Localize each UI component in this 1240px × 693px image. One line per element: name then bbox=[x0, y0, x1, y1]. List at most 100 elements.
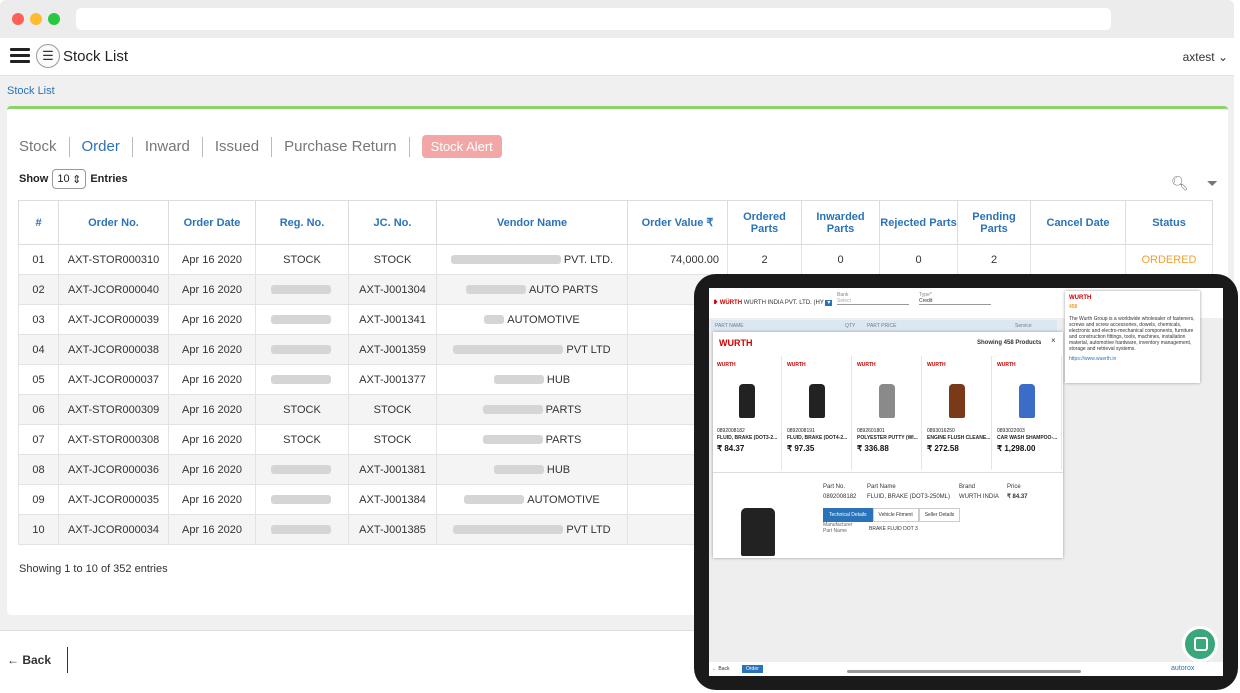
tablet-order-button[interactable]: Order bbox=[742, 665, 763, 673]
tab-seller-details[interactable]: Seller Details bbox=[918, 508, 961, 522]
tab-order[interactable]: Order bbox=[70, 136, 133, 157]
tab-technical-details[interactable]: Technical Details bbox=[823, 508, 873, 522]
cell-text: HUB bbox=[546, 463, 571, 476]
column-header[interactable]: Pending Parts bbox=[957, 200, 1031, 245]
table-info: Showing 1 to 10 of 352 entries bbox=[19, 563, 168, 575]
product-card[interactable]: WURTH 0893022003 CAR WASH SHAMPOO-... ₹ 1,2… bbox=[993, 356, 1062, 470]
cell-text: AXT-J001359 bbox=[359, 343, 426, 356]
qty-input[interactable]: QTY bbox=[845, 323, 855, 329]
part-name-value: FLUID, BRAKE (DOT3-250ML) bbox=[867, 494, 951, 500]
close-icon[interactable]: × bbox=[1051, 336, 1056, 345]
cell-text: AXT-J001304 bbox=[359, 283, 426, 296]
column-header[interactable]: Order Date bbox=[168, 200, 256, 245]
product-card[interactable]: WURTH 0892008182 FLUID, BRAKE (DOT3-2... ₹ … bbox=[713, 356, 782, 470]
column-header[interactable]: # bbox=[18, 200, 59, 245]
column-header[interactable]: Vendor Name bbox=[436, 200, 628, 245]
scrollbar[interactable] bbox=[847, 670, 1081, 673]
cell-text: AXT-J001385 bbox=[359, 523, 426, 536]
cell-text: AXT-J001341 bbox=[359, 313, 426, 326]
cell-text: 2 bbox=[990, 253, 998, 266]
table-cell-date: Apr 16 2020 bbox=[168, 304, 256, 335]
menu-icon[interactable] bbox=[10, 48, 30, 64]
table-cell-date: Apr 16 2020 bbox=[168, 274, 256, 305]
table-cell-vendor: PVT. LTD. bbox=[436, 244, 628, 275]
tab-stock-alert[interactable]: Stock Alert bbox=[421, 135, 502, 158]
table-cell-n: 10 bbox=[18, 514, 59, 545]
column-header[interactable]: JC. No. bbox=[348, 200, 437, 245]
column-header[interactable]: Cancel Date bbox=[1030, 200, 1126, 245]
table-cell-date: Apr 16 2020 bbox=[168, 454, 256, 485]
tab-stock[interactable]: Stock bbox=[19, 136, 70, 157]
type-select[interactable]: Credit bbox=[919, 298, 991, 305]
column-header[interactable]: Rejected Parts bbox=[879, 200, 958, 245]
cell-text: Apr 16 2020 bbox=[182, 523, 242, 536]
filter-icon[interactable]: ⏷ bbox=[1207, 175, 1218, 191]
table-cell-date: Apr 16 2020 bbox=[168, 244, 256, 275]
divider bbox=[713, 472, 1063, 473]
wurth-logo: WURTH bbox=[927, 362, 946, 368]
column-header[interactable]: Inwarded Parts bbox=[801, 200, 880, 245]
part-price-input[interactable]: PART PRICE bbox=[867, 323, 896, 329]
cell-text: PARTS bbox=[545, 433, 582, 446]
cell-text: Apr 16 2020 bbox=[182, 313, 242, 326]
part-name-input[interactable]: PART NAME bbox=[715, 323, 744, 329]
tab-bar: Stock Order Inward Issued Purchase Retur… bbox=[19, 135, 502, 158]
breadcrumb[interactable]: Stock List bbox=[7, 85, 55, 97]
tab-purchase-return[interactable]: Purchase Return bbox=[272, 136, 410, 157]
search-icon[interactable]: 🔍︎ bbox=[1171, 175, 1189, 191]
user-menu[interactable]: axtest ⌄ bbox=[1183, 50, 1228, 64]
product-price: ₹ 336.88 bbox=[857, 444, 889, 453]
tablet-footer: ← Back Order autorox bbox=[709, 662, 1223, 676]
product-count-badge: 458 bbox=[1069, 304, 1078, 310]
table-cell-reg bbox=[255, 334, 349, 365]
table-cell-reg: STOCK bbox=[255, 394, 349, 425]
vendor-select[interactable]: ❥ WÜRTH WURTH INDIA PVT. LTD. (HY ▾ bbox=[713, 299, 833, 306]
table-cell-vendor: PARTS bbox=[436, 394, 628, 425]
table-cell-vendor: PARTS bbox=[436, 424, 628, 455]
column-header[interactable]: Reg. No. bbox=[255, 200, 349, 245]
wurth-logo: WURTH bbox=[787, 362, 806, 368]
tab-issued[interactable]: Issued bbox=[203, 136, 273, 157]
table-cell-order: AXT-JCOR000037 bbox=[58, 364, 169, 395]
cell-text: AXT-JCOR000038 bbox=[67, 343, 160, 356]
chat-icon[interactable] bbox=[1182, 626, 1218, 662]
column-header[interactable]: Order No. bbox=[58, 200, 169, 245]
cell-text: STOCK bbox=[373, 253, 412, 266]
product-price: ₹ 84.37 bbox=[717, 444, 745, 453]
entries-select[interactable]: 10 ⇕ bbox=[52, 169, 87, 189]
cell-text: AXT-JCOR000037 bbox=[67, 373, 160, 386]
tab-vehicle-fitment[interactable]: Vehicle Fitment bbox=[872, 508, 919, 522]
maximize-window-icon[interactable] bbox=[48, 13, 60, 25]
table-row[interactable]: 01 AXT-STOR000310 Apr 16 2020 STOCK STOCK PVT… bbox=[18, 244, 1213, 275]
address-bar[interactable] bbox=[76, 8, 1111, 30]
column-header[interactable]: Status bbox=[1125, 200, 1213, 245]
cell-text: 07 bbox=[32, 433, 45, 446]
bank-select[interactable]: Select bbox=[837, 298, 909, 305]
wurth-logo: ❥ WÜRTH bbox=[713, 300, 743, 306]
column-header[interactable]: Order Value ₹ bbox=[627, 200, 728, 245]
tab-inward[interactable]: Inward bbox=[133, 136, 203, 157]
back-button[interactable]: ← Back bbox=[7, 653, 51, 667]
product-card[interactable]: WURTH 0892601801 POLYESTER PUTTY (WI... ₹ 3… bbox=[853, 356, 922, 470]
tablet-back-button[interactable]: ← Back bbox=[712, 666, 730, 672]
user-name: axtest bbox=[1182, 50, 1215, 64]
part-search-bar[interactable]: PART NAME QTY PART PRICE Service bbox=[711, 320, 1057, 332]
product-card[interactable]: WURTH 0892008191 FLUID, BRAKE (DOT4-2... ₹ … bbox=[783, 356, 852, 470]
table-cell-jc: AXT-J001384 bbox=[348, 484, 437, 515]
product-name: CAR WASH SHAMPOO-... bbox=[997, 435, 1058, 441]
table-cell-vendor: AUTO PARTS bbox=[436, 274, 628, 305]
entries-label: Entries bbox=[90, 173, 128, 185]
product-name: ENGINE FLUSH CLEANE... bbox=[927, 435, 991, 441]
cell-text: 06 bbox=[32, 403, 45, 416]
product-image bbox=[879, 384, 895, 418]
product-modal: WURTH Showing 458 Products × WURTH 089200… bbox=[713, 332, 1063, 558]
wurth-logo: WURTH bbox=[719, 338, 753, 348]
column-header[interactable]: Ordered Parts bbox=[727, 200, 802, 245]
product-card[interactable]: WURTH 0893016250 ENGINE FLUSH CLEANE... ₹ 2… bbox=[923, 356, 992, 470]
table-cell-jc: AXT-J001377 bbox=[348, 364, 437, 395]
detail-tabs: Technical Details Vehicle Fitment Seller D… bbox=[823, 503, 961, 522]
minimize-window-icon[interactable] bbox=[30, 13, 42, 25]
vendor-link[interactable]: https://www.wuerth.in bbox=[1069, 356, 1196, 362]
close-window-icon[interactable] bbox=[12, 13, 24, 25]
chevron-down-icon: ⌄ bbox=[1217, 50, 1228, 64]
